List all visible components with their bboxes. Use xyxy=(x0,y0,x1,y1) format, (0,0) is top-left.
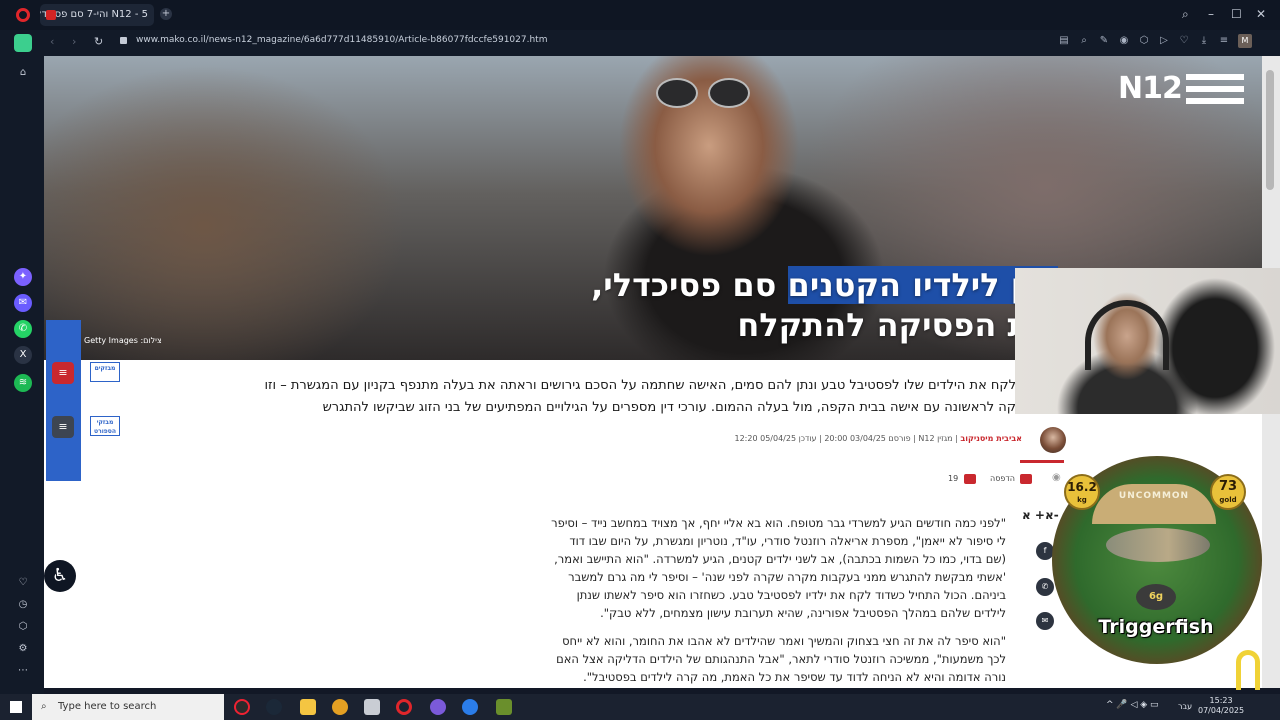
publish-info: | מגזין N12 | פורסם 03/04/25 20:00 | עוד… xyxy=(734,434,961,443)
download-icon[interactable]: ⤓ xyxy=(1198,35,1210,47)
steam-icon[interactable] xyxy=(266,699,282,715)
clock-date: 07/04/2025 xyxy=(1198,706,1245,715)
app-icon[interactable]: ✦ xyxy=(14,268,32,286)
weight-value: 16.2 xyxy=(1067,480,1097,494)
windows-start-icon[interactable] xyxy=(10,701,22,713)
fish-price: 6g xyxy=(1136,584,1176,610)
clock-time: 15:23 xyxy=(1209,696,1233,705)
back-icon[interactable]: ‹ xyxy=(50,35,54,48)
system-clock[interactable]: 15:23 07/04/2025 xyxy=(1198,696,1244,716)
home-icon[interactable]: ⌂ xyxy=(14,64,32,82)
article-paragraph-1: "לפני כמה חודשים הגיע למשרדי גבר מטופח. … xyxy=(551,516,1006,620)
gold-unit: gold xyxy=(1219,496,1237,504)
print-label[interactable]: הדפסה xyxy=(990,474,1015,483)
settings-icon[interactable]: ⚙ xyxy=(14,640,32,658)
comments-icon[interactable] xyxy=(964,474,976,484)
camera-icon[interactable]: ◉ xyxy=(1118,35,1130,47)
spotify-icon[interactable]: ≋ xyxy=(14,374,32,392)
messenger-icon[interactable]: ✉ xyxy=(14,294,32,312)
subheadline-line-2: קה לראשונה עם אישה בבית הקפה, מול בעלה ה… xyxy=(322,400,1016,415)
search-tabs-icon[interactable]: ⌕ xyxy=(1182,7,1189,22)
sunglasses xyxy=(656,78,752,108)
photo-credit: צילום: Getty Images xyxy=(84,336,162,345)
gold-badge: 73 gold xyxy=(1210,474,1246,510)
accessibility-button[interactable]: ♿ xyxy=(44,560,76,592)
tray-icons[interactable]: ^ 🎤 ◁ ◈ ▭ xyxy=(1106,700,1159,710)
chrome-icon[interactable] xyxy=(332,699,348,715)
lock-icon xyxy=(120,37,127,44)
email-share-icon[interactable]: ✉ xyxy=(1036,612,1054,630)
play-icon[interactable]: ▷ xyxy=(1158,35,1170,47)
print-icon[interactable] xyxy=(1020,474,1032,484)
opera-taskbar-icon[interactable] xyxy=(396,699,412,715)
subheadline-line-1: לקח את הילדים שלו לפסטיבל טבע ונתן להם ס… xyxy=(264,378,1016,393)
headphones xyxy=(1085,300,1169,370)
opera-logo-icon[interactable] xyxy=(16,8,30,22)
views-icon: ◉ xyxy=(1052,472,1061,483)
app-shield-icon[interactable] xyxy=(364,699,380,715)
url-field[interactable]: www.mako.co.il/news-n12_magazine/6a6d777… xyxy=(136,35,547,45)
news-flash-button[interactable]: ≡ xyxy=(52,362,74,384)
file-explorer-icon[interactable] xyxy=(300,699,316,715)
edit-icon[interactable]: ✎ xyxy=(1098,35,1110,47)
zoom-icon[interactable]: ⌕ xyxy=(1078,35,1090,47)
reader-icon[interactable]: ▤ xyxy=(1058,35,1070,47)
vpn-icon[interactable]: ⬡ xyxy=(1138,35,1150,47)
favorites-icon[interactable]: ♡ xyxy=(14,574,32,592)
app-c-icon[interactable] xyxy=(462,699,478,715)
taskbar-app-1[interactable] xyxy=(234,699,250,715)
fish-image xyxy=(1106,528,1210,562)
sports-flash-badge[interactable]: מבזקי הספורט xyxy=(90,416,120,436)
author-avatar xyxy=(1040,427,1066,453)
headline-line-2: רית הפסיקה להתקלח xyxy=(737,306,1058,344)
taskbar-search[interactable]: ⌕ Type here to search xyxy=(32,694,224,720)
extensions-icon[interactable]: ⬡ xyxy=(14,618,32,636)
weight-badge: 16.2 kg xyxy=(1064,474,1100,510)
webcam-overlay xyxy=(1015,268,1280,414)
news-flash-rail: ≡ ≡ xyxy=(46,320,81,481)
maximize-button[interactable]: ☐ xyxy=(1231,7,1242,21)
browser-tab[interactable]: N12 - 5 והי-7 סם פסיכדלי xyxy=(40,4,154,26)
font-size-control[interactable]: א+ א- xyxy=(1022,508,1059,522)
close-window-button[interactable]: ✕ xyxy=(1256,7,1266,21)
whatsapp-icon[interactable]: ✆ xyxy=(14,320,32,338)
minimize-button[interactable]: – xyxy=(1208,7,1214,21)
tab-favicon-icon xyxy=(46,10,56,20)
comments-count[interactable]: 19 xyxy=(948,474,958,483)
weight-unit: kg xyxy=(1077,496,1087,504)
article-paragraph-2: "הוא סיפר לה את זה חצי בצחוק והמשיך ואמר… xyxy=(556,634,1006,684)
menu-icon[interactable]: ≡ xyxy=(1218,35,1230,47)
fish-name: Triggerfish xyxy=(1098,616,1214,638)
profile-avatar[interactable]: M xyxy=(1238,34,1252,48)
sports-flash-button[interactable]: ≡ xyxy=(52,416,74,438)
app-purple-icon[interactable] xyxy=(430,699,446,715)
tab-title: N12 - 5 והי-7 סם פסיכדלי xyxy=(40,9,148,20)
whatsapp-share-icon[interactable]: ✆ xyxy=(1036,578,1054,596)
heart-icon[interactable]: ♡ xyxy=(1178,35,1190,47)
x-icon[interactable]: X xyxy=(14,346,32,364)
new-tab-button[interactable]: + xyxy=(160,8,172,20)
browser-sidebar: ⌂ ✦ ✉ ✆ X ≋ ♡ ◷ ⬡ ⚙ ⋯ xyxy=(0,34,44,694)
scrollbar-thumb[interactable] xyxy=(1266,70,1274,190)
browser-tab-bar: N12 - 5 והי-7 סם פסיכדלי + ⌕ – ☐ ✕ xyxy=(0,0,1280,30)
news-flash-badge[interactable]: מבזקים xyxy=(90,362,120,382)
more-icon[interactable]: ⋯ xyxy=(14,662,32,680)
search-icon: ⌕ xyxy=(41,701,47,712)
headline-line-1-rest: סם פסיכדלי, xyxy=(591,266,788,304)
app-green-icon[interactable] xyxy=(496,699,512,715)
article-meta: אביבית מיסניקוב | מגזין N12 | פורסם 03/0… xyxy=(735,434,1023,443)
n12-logo[interactable]: N12 xyxy=(1118,72,1244,106)
headline-line-1: נתן לילדיו הקטנים סם פסיכדלי, xyxy=(591,266,1058,304)
aria-icon[interactable] xyxy=(14,34,32,52)
history-icon[interactable]: ◷ xyxy=(14,596,32,614)
fish-rarity: UNCOMMON xyxy=(1092,484,1216,524)
reload-icon[interactable]: ↻ xyxy=(94,35,103,48)
search-placeholder: Type here to search xyxy=(58,701,157,712)
yellow-ribbon-icon xyxy=(1236,650,1260,690)
input-language[interactable]: עבר xyxy=(1178,702,1192,711)
forward-icon[interactable]: › xyxy=(72,35,76,48)
divider xyxy=(1020,460,1064,463)
gold-value: 73 xyxy=(1218,479,1238,494)
author-name[interactable]: אביבית מיסניקוב xyxy=(960,434,1022,443)
